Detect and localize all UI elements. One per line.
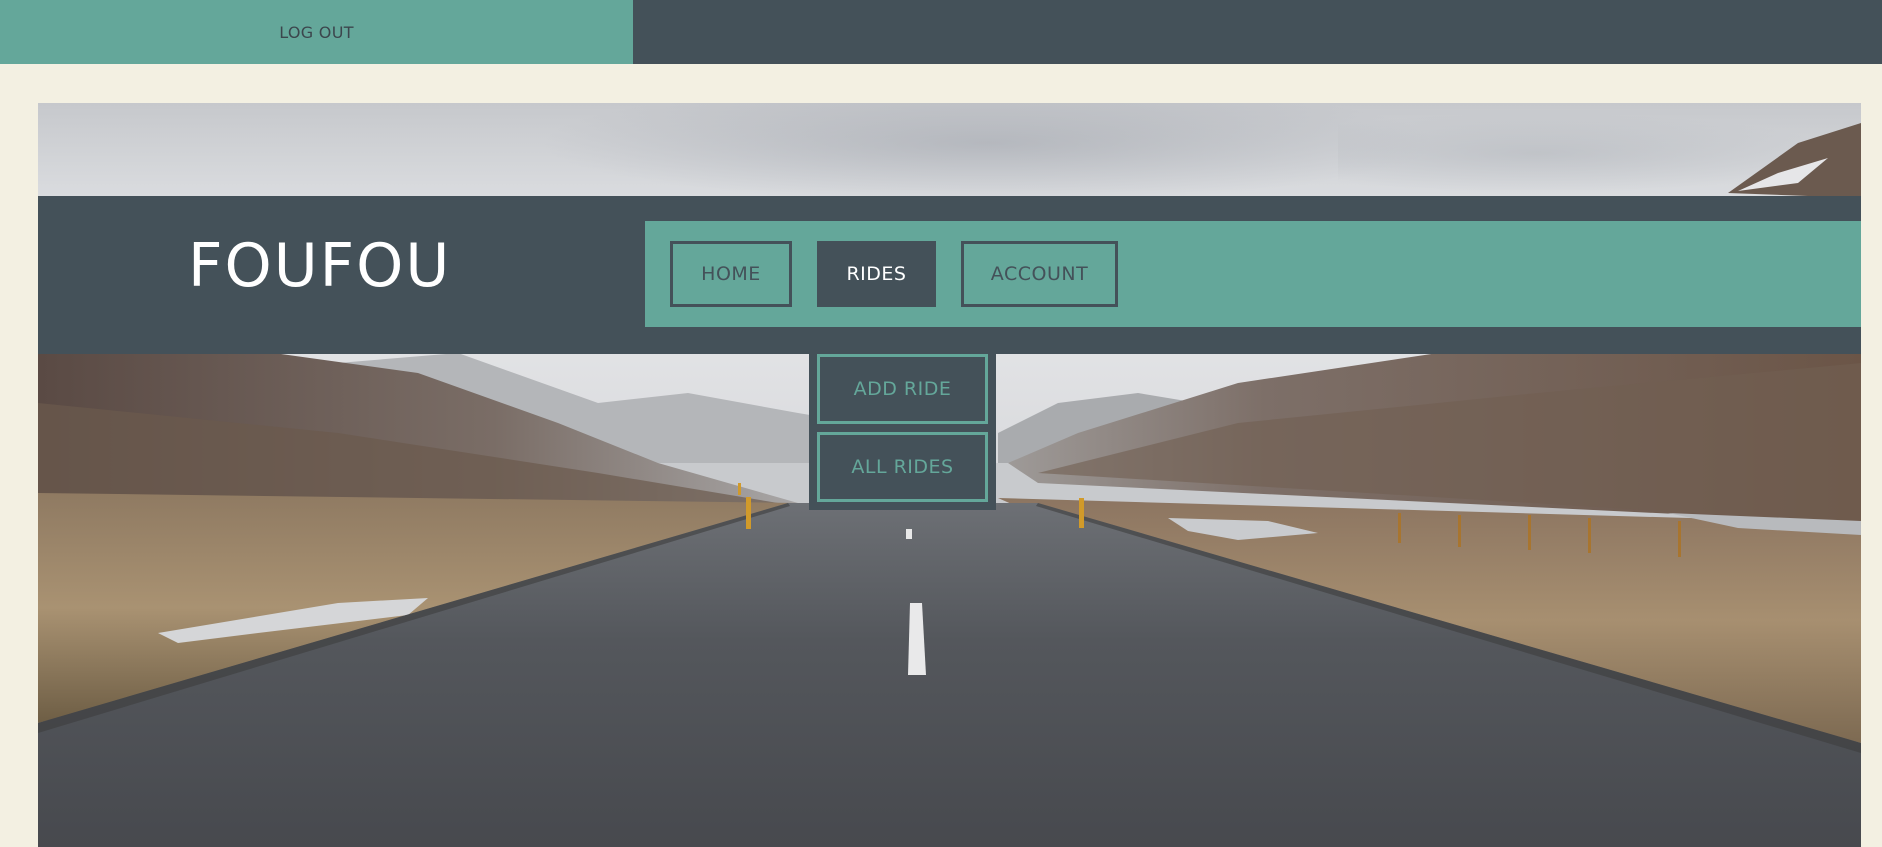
logout-link[interactable]: LOG OUT <box>0 0 633 64</box>
rides-dropdown-menu: ADD RIDE ALL RIDES <box>809 354 996 510</box>
site-header: FOUFOU HOME RIDES ACCOUNT <box>38 196 1861 354</box>
top-bar: LOG OUT <box>0 0 1882 64</box>
add-ride-menu-item[interactable]: ADD RIDE <box>817 354 988 424</box>
site-logo[interactable]: FOUFOU <box>188 236 451 296</box>
nav-rides-button[interactable]: RIDES <box>817 241 936 307</box>
main-nav: HOME RIDES ACCOUNT <box>645 221 1861 327</box>
top-bar-accent-panel: LOG OUT <box>0 0 633 64</box>
nav-home-button[interactable]: HOME <box>670 241 792 307</box>
nav-account-button[interactable]: ACCOUNT <box>961 241 1118 307</box>
all-rides-menu-item[interactable]: ALL RIDES <box>817 432 988 502</box>
